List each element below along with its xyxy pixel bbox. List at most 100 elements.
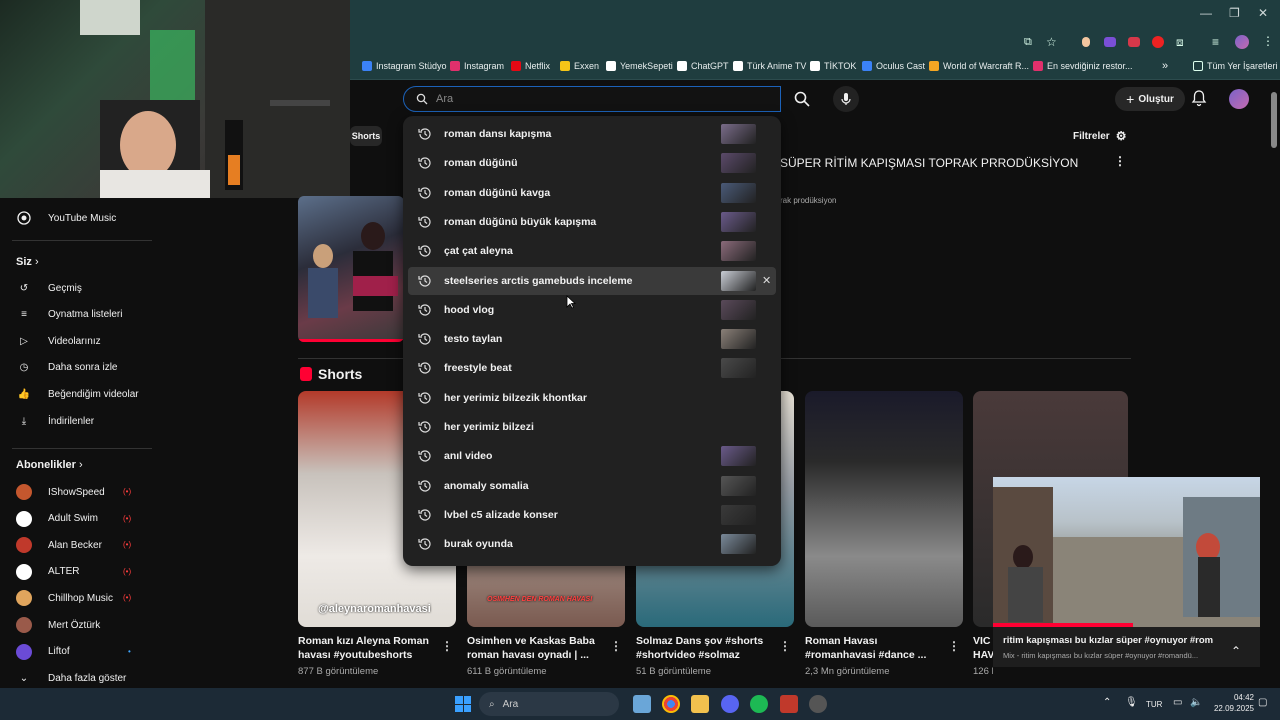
sidebar-item-watch-later[interactable]: ◷ Daha sonra izle	[0, 355, 160, 381]
profile-avatar-icon[interactable]	[1235, 35, 1249, 49]
bookmark-star-icon[interactable]: ☆	[1046, 35, 1057, 49]
short-title[interactable]: Osimhen ve Kaskas Baba roman havası oynad…	[467, 634, 607, 662]
sidebar-item-playlist[interactable]: ≡ Oynatma listeleri	[0, 302, 160, 328]
taskbar-search[interactable]: ⌕ Ara	[479, 692, 619, 716]
extension-icon[interactable]	[1128, 37, 1140, 47]
short-title[interactable]: Roman kızı Aleyna Roman havası #youtubesh…	[298, 634, 438, 662]
chrome-icon[interactable]	[662, 695, 680, 713]
account-avatar[interactable]	[1229, 89, 1249, 109]
bookmark-item[interactable]: ChatGPT	[677, 52, 729, 80]
sidebar-subscription[interactable]: Alan Becker	[0, 532, 160, 558]
search-suggestion[interactable]: roman dansı kapışma	[408, 120, 776, 148]
bookmark-item[interactable]: YemekSepeti	[606, 52, 673, 80]
extensions-puzzle-icon[interactable]: ⧈	[1176, 35, 1184, 50]
miniplayer-video[interactable]	[993, 477, 1260, 627]
create-button[interactable]: + Oluştur	[1115, 87, 1185, 111]
sidebar-subscription[interactable]: ALTER	[0, 559, 160, 585]
search-suggestion[interactable]: testo taylan	[408, 325, 776, 353]
file-explorer-icon[interactable]	[691, 695, 709, 713]
search-suggestion[interactable]: her yerimiz bilzezi	[408, 413, 776, 441]
short-title[interactable]: Roman Havası #romanhavasi #dance ...	[805, 634, 945, 662]
bookmark-item[interactable]: Instagram	[450, 52, 504, 80]
search-input[interactable]: Ara	[436, 93, 453, 105]
discord-icon[interactable]	[721, 695, 739, 713]
obs-icon[interactable]	[809, 695, 827, 713]
media-control-icon[interactable]: ≡	[1212, 35, 1219, 49]
maximize-icon[interactable]: ❐	[1229, 6, 1240, 20]
short-title[interactable]: VIC HAV	[973, 634, 993, 662]
filters-button[interactable]: Filtreler ⚙	[1073, 128, 1133, 144]
tray-microphone-icon[interactable]: 🎙	[1125, 697, 1138, 708]
sidebar-item-youtube-music[interactable]: YouTube Music	[0, 205, 160, 231]
minimize-icon[interactable]: —	[1200, 6, 1212, 20]
streaming-app-icon[interactable]	[780, 695, 798, 713]
search-suggestion[interactable]: roman düğünü kavga	[408, 179, 776, 207]
search-suggestion[interactable]: freestyle beat	[408, 354, 776, 382]
sidebar-subscription[interactable]: Mert Öztürk	[0, 612, 160, 638]
search-suggestion[interactable]: her yerimiz bilzezik khontkar	[408, 384, 776, 412]
bookmark-item[interactable]: Oculus Cast	[862, 52, 925, 80]
tray-overflow-icon[interactable]: ⌃	[1103, 697, 1111, 708]
search-button[interactable]	[784, 86, 820, 112]
sidebar-item-like[interactable]: 👍 Beğendiğim videolar	[0, 381, 160, 407]
taskbar-clock[interactable]: 04:42 22.09.2025	[1208, 692, 1254, 714]
short-more-icon[interactable]: ⋮	[948, 639, 960, 653]
search-suggestion[interactable]: roman düğünü büyük kapışma	[408, 208, 776, 236]
short-more-icon[interactable]: ⋮	[779, 639, 791, 653]
miniplayer-title[interactable]: ritim kapışması bu kızlar süper #oynuyor…	[1003, 635, 1213, 646]
sidebar-section-you[interactable]: Siz ›	[16, 256, 39, 268]
page-scrollbar[interactable]	[1271, 92, 1277, 148]
search-suggestion[interactable]: roman düğünü	[408, 149, 776, 177]
remove-suggestion-icon[interactable]: ✕	[762, 274, 771, 287]
short-title[interactable]: Solmaz Dans şov #shorts #shortvideo #solm…	[636, 634, 776, 662]
short-more-icon[interactable]: ⋮	[610, 639, 622, 653]
network-icon[interactable]: ▭	[1173, 697, 1182, 708]
search-suggestion[interactable]: çat çat aleyna	[408, 237, 776, 265]
expand-miniplayer-icon[interactable]: ⌃	[1231, 644, 1241, 658]
extension-icon[interactable]	[1104, 37, 1116, 47]
bookmark-item[interactable]: Instagram Stüdyo	[362, 52, 447, 80]
language-indicator[interactable]: TUR	[1146, 700, 1162, 709]
short-thumbnail[interactable]	[805, 391, 963, 627]
short-more-icon[interactable]: ⋮	[441, 639, 453, 653]
sidebar-subscription[interactable]: Adult Swim	[0, 506, 160, 532]
bookmark-item[interactable]: Exxen	[560, 52, 599, 80]
extension-icon[interactable]	[1082, 37, 1090, 47]
voice-search-button[interactable]	[833, 86, 859, 112]
sidebar-subscription[interactable]: Chillhop Music	[0, 585, 160, 611]
video-thumbnail[interactable]	[298, 196, 404, 342]
search-suggestion[interactable]: lvbel c5 alizade konser	[408, 501, 776, 529]
notifications-button[interactable]	[1190, 89, 1210, 109]
extension-icon[interactable]	[1152, 36, 1164, 48]
search-suggestion[interactable]: hood vlog	[408, 296, 776, 324]
search-suggestion[interactable]: anıl video	[408, 442, 776, 470]
bookmark-item[interactable]: World of Warcraft R...	[929, 52, 1029, 80]
notification-center-icon[interactable]: ▢	[1258, 697, 1267, 708]
bookmark-item[interactable]: Netflix	[511, 52, 550, 80]
sidebar-item-your-videos[interactable]: ▷ Videolarınız	[0, 328, 160, 354]
search-suggestion[interactable]: burak oyunda	[408, 530, 776, 558]
search-suggestion[interactable]: steelseries arctis gamebuds inceleme ✕	[408, 266, 776, 295]
bookmark-item[interactable]: TİKTOK	[810, 52, 856, 80]
sidebar-item-download[interactable]: ⤓ İndirilenler	[0, 408, 160, 434]
chip-shorts[interactable]: Shorts	[350, 126, 382, 146]
bookmarks-overflow-icon[interactable]: »	[1162, 52, 1168, 80]
video-title[interactable]: SÜPER RİTİM KAPIŞMASI TOPRAK PRRODÜKSİYO…	[780, 156, 1110, 170]
browser-menu-icon[interactable]: ⋮	[1262, 34, 1274, 48]
cast-icon[interactable]: ⧉	[1024, 36, 1032, 49]
all-bookmarks-button[interactable]: Tüm Yer İşaretleri	[1193, 52, 1278, 80]
task-view-icon[interactable]	[633, 695, 651, 713]
windows-start-icon[interactable]	[455, 696, 471, 712]
sidebar-item-history[interactable]: ↺ Geçmiş	[0, 275, 160, 301]
sidebar-subscription[interactable]: IShowSpeed	[0, 479, 160, 505]
bookmark-item[interactable]: Türk Anime TV	[733, 52, 806, 80]
video-more-icon[interactable]: ⋮	[1114, 154, 1126, 168]
spotify-icon[interactable]	[750, 695, 768, 713]
video-channel[interactable]: rak prodüksiyon	[780, 196, 836, 205]
bookmark-item[interactable]: En sevdiğiniz restor...	[1033, 52, 1133, 80]
close-window-icon[interactable]: ✕	[1258, 6, 1268, 20]
search-suggestion[interactable]: anomaly somalia	[408, 472, 776, 500]
search-box[interactable]: Ara	[403, 86, 781, 112]
volume-icon[interactable]: 🔈	[1190, 697, 1202, 708]
sidebar-section-subscriptions[interactable]: Abonelikler ›	[16, 459, 83, 471]
